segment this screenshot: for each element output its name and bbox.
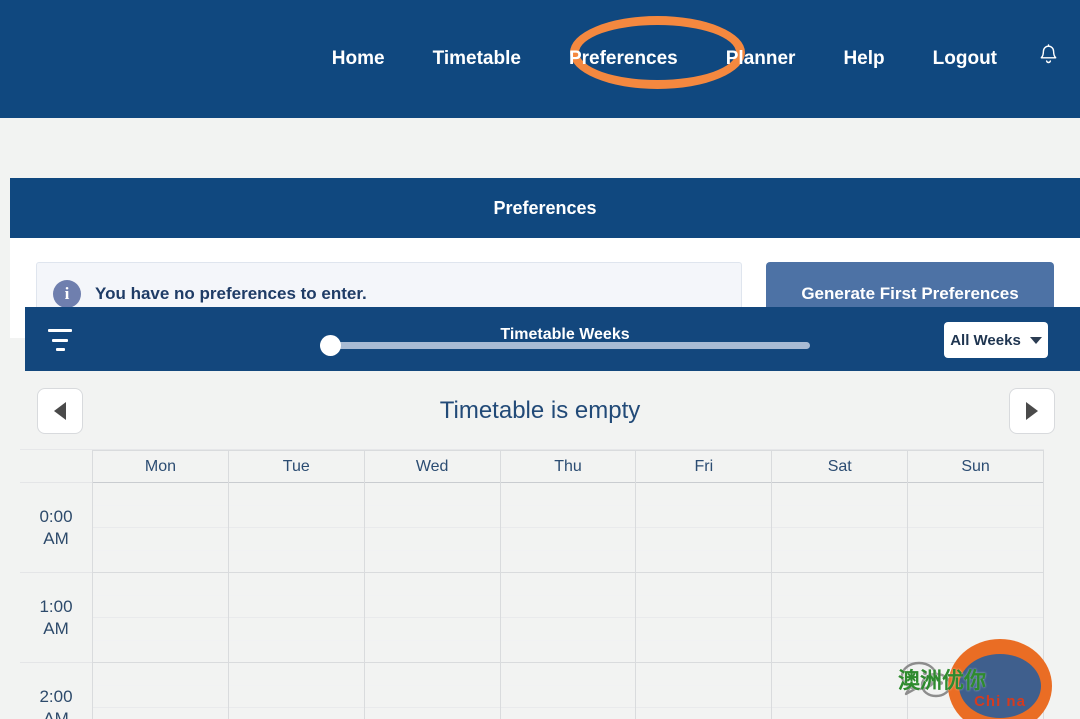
day-header-fri: Fri: [635, 450, 772, 482]
timetable-weeks-slider[interactable]: [320, 335, 810, 357]
filter-icon[interactable]: [47, 329, 73, 351]
grid-cell[interactable]: [908, 482, 1044, 572]
timetable-navigation-row: Timetable is empty: [25, 388, 1055, 436]
bell-icon[interactable]: [1021, 0, 1080, 118]
day-header-mon: Mon: [92, 450, 228, 482]
timetable-empty-message: Timetable is empty: [439, 397, 641, 424]
timetable-toolbar: Timetable Weeks All Weeks: [25, 307, 1080, 371]
day-column-mon[interactable]: [92, 482, 228, 719]
day-header-sat: Sat: [771, 450, 908, 482]
grid-cell[interactable]: [636, 662, 772, 719]
grid-cell[interactable]: [908, 662, 1044, 719]
week-filter-selected-value: All Weeks: [950, 331, 1021, 349]
grid-cell[interactable]: [500, 482, 636, 572]
grid-cell[interactable]: [364, 482, 500, 572]
grid-cell[interactable]: [93, 662, 228, 719]
day-column-thu[interactable]: [499, 482, 636, 719]
grid-cell[interactable]: [636, 482, 772, 572]
top-navigation-bar: Home Timetable Preferences Planner Help …: [0, 0, 1080, 118]
grid-cell[interactable]: [772, 662, 908, 719]
week-filter-dropdown[interactable]: All Weeks: [944, 322, 1048, 358]
day-header-tue: Tue: [227, 450, 364, 482]
slider-thumb[interactable]: [320, 335, 341, 356]
grid-cell[interactable]: [908, 572, 1044, 662]
nav-link-help[interactable]: Help: [819, 0, 908, 118]
grid-cell[interactable]: [500, 662, 636, 719]
grid-cell[interactable]: [228, 662, 364, 719]
nav-link-preferences[interactable]: Preferences: [545, 0, 702, 118]
day-column-wed[interactable]: [363, 482, 500, 719]
day-column-fri[interactable]: [635, 482, 772, 719]
time-slot-hour: 1:00: [39, 597, 73, 617]
time-slot-label: 0:00 AM: [20, 482, 92, 572]
grid-cell[interactable]: [93, 482, 228, 572]
timetable-time-column: 0:00 AM 1:00 AM 2:00 AM: [20, 450, 92, 719]
triangle-right-icon: [1026, 402, 1038, 420]
nav-link-planner[interactable]: Planner: [702, 0, 820, 118]
time-slot-meridiem: AM: [43, 618, 69, 638]
day-column-sun[interactable]: [907, 482, 1045, 719]
day-column-tue[interactable]: [227, 482, 364, 719]
time-column-header-spacer: [20, 450, 92, 482]
grid-cell[interactable]: [364, 662, 500, 719]
page-root: Home Timetable Preferences Planner Help …: [0, 0, 1080, 719]
time-slot-label: 2:00 AM: [20, 662, 92, 719]
next-week-button[interactable]: [1009, 388, 1055, 434]
nav-link-timetable[interactable]: Timetable: [409, 0, 545, 118]
timetable-grid: 0:00 AM 1:00 AM 2:00 AM Mon Tue Wed Thu: [20, 449, 1045, 719]
nav-link-home[interactable]: Home: [308, 0, 409, 118]
grid-cell[interactable]: [636, 572, 772, 662]
grid-cell[interactable]: [364, 572, 500, 662]
nav-links-container: Home Timetable Preferences Planner Help …: [308, 0, 1080, 118]
time-slot-meridiem: AM: [43, 528, 69, 548]
slider-track[interactable]: [320, 342, 810, 349]
timetable-day-header-row: Mon Tue Wed Thu Fri Sat Sun: [92, 450, 1045, 482]
day-header-wed: Wed: [363, 450, 500, 482]
day-header-sun: Sun: [907, 450, 1045, 482]
info-icon: i: [53, 280, 81, 308]
day-column-sat[interactable]: [771, 482, 908, 719]
time-slot-label: 1:00 AM: [20, 572, 92, 662]
timetable-day-body: [92, 482, 1045, 719]
day-header-thu: Thu: [499, 450, 636, 482]
no-preferences-alert-text: You have no preferences to enter.: [95, 284, 367, 303]
time-slot-hour: 2:00: [39, 687, 73, 707]
grid-cell[interactable]: [228, 572, 364, 662]
page-title: Preferences: [10, 178, 1080, 238]
grid-cell[interactable]: [772, 482, 908, 572]
grid-cell[interactable]: [93, 572, 228, 662]
grid-cell[interactable]: [772, 572, 908, 662]
nav-link-logout[interactable]: Logout: [909, 0, 1021, 118]
timetable-days-area: Mon Tue Wed Thu Fri Sat Sun: [92, 450, 1045, 719]
chevron-down-icon: [1029, 336, 1042, 344]
time-slot-meridiem: AM: [43, 708, 69, 719]
grid-cell[interactable]: [228, 482, 364, 572]
grid-cell[interactable]: [500, 572, 636, 662]
time-slot-hour: 0:00: [39, 507, 73, 527]
